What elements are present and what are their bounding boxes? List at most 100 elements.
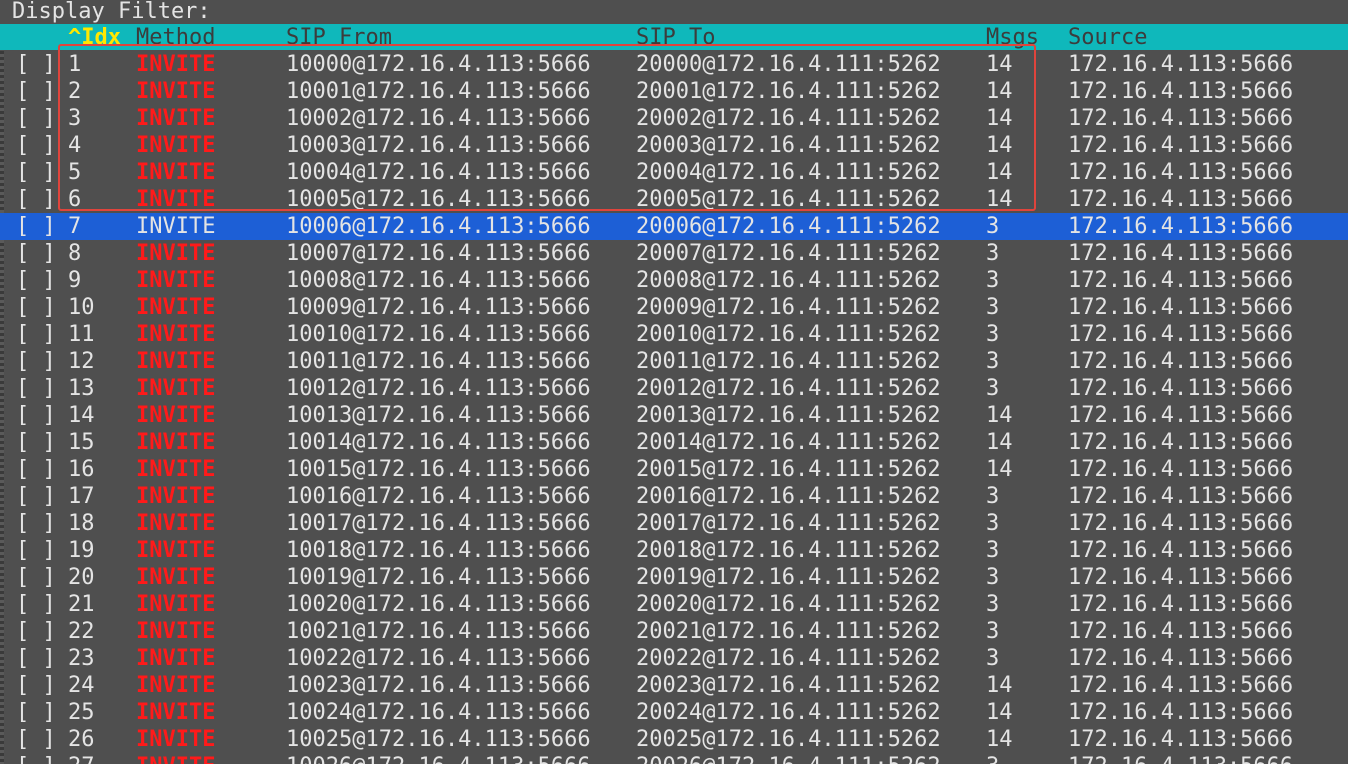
table-row[interactable]: [ ] 5 INVITE 10004@172.16.4.113:5666 20004@1… xyxy=(0,159,1348,186)
row-checkbox[interactable]: [ ] xyxy=(16,618,56,645)
table-row[interactable]: [ ] 2 INVITE 10001@172.16.4.113:5666 20001@1… xyxy=(0,78,1348,105)
display-filter-input[interactable] xyxy=(230,0,1348,24)
row-source: 172.16.4.113:5666 xyxy=(1068,592,1294,617)
row-msgs: 14 xyxy=(986,673,1013,698)
row-sip-to: 20004@172.16.4.111:5262 xyxy=(636,160,941,185)
table-row[interactable]: [ ] 23 INVITE 10022@172.16.4.113:5666 20022@… xyxy=(0,645,1348,672)
row-sip-to: 20011@172.16.4.111:5262 xyxy=(636,349,941,374)
row-checkbox[interactable]: [ ] xyxy=(16,159,56,186)
table-row[interactable]: [ ] 26 INVITE 10025@172.16.4.113:5666 20025@… xyxy=(0,726,1348,753)
table-row[interactable]: [ ] 21 INVITE 10020@172.16.4.113:5666 20020@… xyxy=(0,591,1348,618)
row-sip-from: 10026@172.16.4.113:5666 xyxy=(286,753,591,764)
table-row[interactable]: [ ] 10 INVITE 10009@172.16.4.113:5666 20009@… xyxy=(0,294,1348,321)
row-sip-to: 20024@172.16.4.111:5262 xyxy=(636,700,941,725)
column-header-sip-to[interactable]: SIP To xyxy=(636,24,715,52)
row-checkbox[interactable]: [ ] xyxy=(16,672,56,699)
row-source: 172.16.4.113:5666 xyxy=(1068,349,1294,374)
row-idx: 2 xyxy=(68,79,82,104)
row-checkbox[interactable]: [ ] xyxy=(16,564,56,591)
row-sip-to: 20007@172.16.4.111:5262 xyxy=(636,241,941,266)
row-method: INVITE xyxy=(136,700,216,725)
row-checkbox[interactable]: [ ] xyxy=(16,132,56,159)
row-checkbox[interactable]: [ ] xyxy=(16,699,56,726)
row-checkbox[interactable]: [ ] xyxy=(16,429,56,456)
row-sip-to: 20000@172.16.4.111:5262 xyxy=(636,52,941,77)
row-source: 172.16.4.113:5666 xyxy=(1068,700,1294,725)
row-source: 172.16.4.113:5666 xyxy=(1068,106,1294,131)
row-method: INVITE xyxy=(136,133,216,158)
row-msgs: 14 xyxy=(986,430,1013,455)
column-header-idx[interactable]: ^Idx xyxy=(68,24,121,52)
row-sip-from: 10011@172.16.4.113:5666 xyxy=(286,349,591,374)
row-checkbox[interactable]: [ ] xyxy=(16,456,56,483)
row-msgs: 3 xyxy=(986,565,1000,590)
row-checkbox[interactable]: [ ] xyxy=(16,348,56,375)
row-source: 172.16.4.113:5666 xyxy=(1068,241,1294,266)
row-sip-from: 10003@172.16.4.113:5666 xyxy=(286,133,591,158)
row-idx: 23 xyxy=(68,646,95,671)
row-source: 172.16.4.113:5666 xyxy=(1068,673,1294,698)
row-checkbox[interactable]: [ ] xyxy=(16,294,56,321)
row-checkbox[interactable]: [ ] xyxy=(16,726,56,753)
row-checkbox[interactable]: [ ] xyxy=(16,213,56,240)
row-checkbox[interactable]: [ ] xyxy=(16,186,56,213)
row-checkbox[interactable]: [ ] xyxy=(16,51,56,78)
table-row[interactable]: [ ] 7 INVITE 10006@172.16.4.113:5666 20006@1… xyxy=(0,213,1348,240)
column-header-method[interactable]: Method xyxy=(136,24,215,52)
column-header-source[interactable]: Source xyxy=(1068,24,1147,52)
row-checkbox[interactable]: [ ] xyxy=(16,78,56,105)
table-row[interactable]: [ ] 9 INVITE 10008@172.16.4.113:5666 20008@1… xyxy=(0,267,1348,294)
row-source: 172.16.4.113:5666 xyxy=(1068,268,1294,293)
table-row[interactable]: [ ] 20 INVITE 10019@172.16.4.113:5666 20019@… xyxy=(0,564,1348,591)
table-row[interactable]: [ ] 4 INVITE 10003@172.16.4.113:5666 20003@1… xyxy=(0,132,1348,159)
table-row[interactable]: [ ] 16 INVITE 10015@172.16.4.113:5666 20015@… xyxy=(0,456,1348,483)
row-checkbox[interactable]: [ ] xyxy=(16,537,56,564)
row-idx: 13 xyxy=(68,376,95,401)
row-msgs: 3 xyxy=(986,592,1000,617)
row-checkbox[interactable]: [ ] xyxy=(16,375,56,402)
row-checkbox[interactable]: [ ] xyxy=(16,483,56,510)
row-sip-from: 10008@172.16.4.113:5666 xyxy=(286,268,591,293)
row-msgs: 3 xyxy=(986,484,1000,509)
table-row[interactable]: [ ] 15 INVITE 10014@172.16.4.113:5666 20014@… xyxy=(0,429,1348,456)
column-header-sip-from[interactable]: SIP From xyxy=(286,24,392,52)
table-row[interactable]: [ ] 22 INVITE 10021@172.16.4.113:5666 20021@… xyxy=(0,618,1348,645)
table-row[interactable]: [ ] 1 INVITE 10000@172.16.4.113:5666 20000@1… xyxy=(0,51,1348,78)
column-header-row: ^Idx Method SIP From SIP To Msgs Source xyxy=(0,24,1348,50)
row-source: 172.16.4.113:5666 xyxy=(1068,753,1293,764)
table-row[interactable]: [ ] 11 INVITE 10010@172.16.4.113:5666 20010@… xyxy=(0,321,1348,348)
table-row[interactable]: [ ] 17 INVITE 10016@172.16.4.113:5666 20016@… xyxy=(0,483,1348,510)
row-sip-from: 10020@172.16.4.113:5666 xyxy=(286,592,591,617)
row-sip-to: 20014@172.16.4.111:5262 xyxy=(636,430,941,455)
row-checkbox[interactable]: [ ] xyxy=(16,321,56,348)
table-row[interactable]: [ ] 13 INVITE 10012@172.16.4.113:5666 20012@… xyxy=(0,375,1348,402)
row-checkbox[interactable]: [ ] xyxy=(16,591,56,618)
row-sip-to: 20013@172.16.4.111:5262 xyxy=(636,403,941,428)
table-row[interactable]: [ ] 19 INVITE 10018@172.16.4.113:5666 20018@… xyxy=(0,537,1348,564)
row-checkbox[interactable]: [ ] xyxy=(16,510,56,537)
row-idx: 1 xyxy=(68,52,82,77)
table-row[interactable]: [ ] 8 INVITE 10007@172.16.4.113:5666 20007@1… xyxy=(0,240,1348,267)
row-checkbox[interactable]: [ ] xyxy=(16,240,56,267)
row-checkbox[interactable]: [ ] xyxy=(16,753,56,764)
row-checkbox[interactable]: [ ] xyxy=(16,402,56,429)
column-header-msgs[interactable]: Msgs xyxy=(986,24,1039,52)
table-row[interactable]: [ ] 25 INVITE 10024@172.16.4.113:5666 20024@… xyxy=(0,699,1348,726)
row-sip-to: 20008@172.16.4.111:5262 xyxy=(636,268,941,293)
table-row[interactable]: [ ] 18 INVITE 10017@172.16.4.113:5666 20017@… xyxy=(0,510,1348,537)
row-sip-from: 10006@172.16.4.113:5666 xyxy=(286,214,591,239)
table-row[interactable]: [ ] 14 INVITE 10013@172.16.4.113:5666 20013@… xyxy=(0,402,1348,429)
row-sip-from: 10005@172.16.4.113:5666 xyxy=(286,187,591,212)
row-sip-to: 20009@172.16.4.111:5262 xyxy=(636,295,941,320)
row-checkbox[interactable]: [ ] xyxy=(16,105,56,132)
table-row[interactable]: [ ] 6 INVITE 10005@172.16.4.113:5666 20005@1… xyxy=(0,186,1348,213)
table-row[interactable]: [ ] 12 INVITE 10011@172.16.4.113:5666 20011@… xyxy=(0,348,1348,375)
row-checkbox[interactable]: [ ] xyxy=(16,267,56,294)
row-checkbox[interactable]: [ ] xyxy=(16,645,56,672)
row-msgs: 3 xyxy=(986,538,1000,563)
table-row[interactable]: [ ] 27 INVITE 10026@172.16.4.113:5666 20026@… xyxy=(0,753,1348,764)
row-method: INVITE xyxy=(136,673,216,698)
row-msgs: 3 xyxy=(986,646,1000,671)
table-row[interactable]: [ ] 24 INVITE 10023@172.16.4.113:5666 20023@… xyxy=(0,672,1348,699)
table-row[interactable]: [ ] 3 INVITE 10002@172.16.4.113:5666 20002@1… xyxy=(0,105,1348,132)
